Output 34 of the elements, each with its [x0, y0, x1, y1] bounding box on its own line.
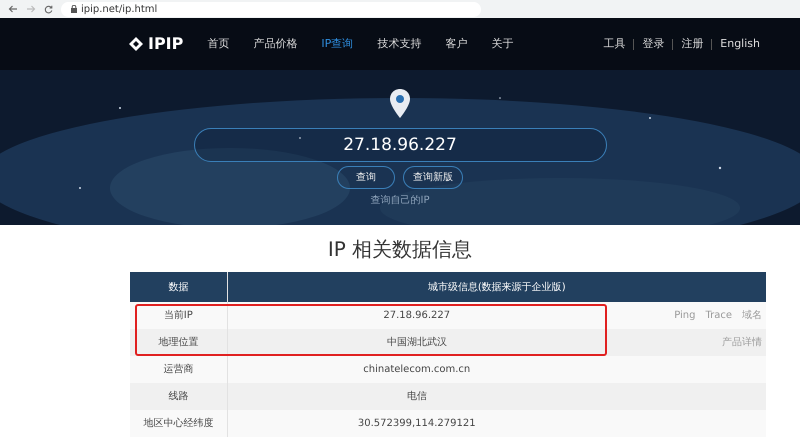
nav-link[interactable]: 首页	[207, 36, 230, 52]
table-cell: 当前IP	[130, 302, 227, 329]
table-cell: chinatelecom.com.cn	[227, 356, 606, 383]
section-title: IP 相关数据信息	[326, 236, 474, 263]
table-cell: 30.572399,114.279121	[227, 410, 606, 437]
address-bar[interactable]: ipip.net/ip.html	[81, 2, 158, 16]
table-cell: 中国湖北武汉	[227, 329, 606, 356]
nav-link[interactable]: 关于	[491, 36, 514, 52]
table-cell: 电信	[227, 383, 606, 410]
logo-icon	[128, 36, 144, 52]
nav-link[interactable]: 产品价格	[253, 36, 298, 52]
nav-link[interactable]: 技术支持	[377, 36, 422, 52]
table-cell: 地区中心经纬度	[130, 410, 227, 437]
location-pin-icon	[389, 88, 411, 120]
ip-input-field[interactable]: 27.18.96.227	[194, 128, 606, 162]
nav-link[interactable]: 注册	[681, 36, 704, 52]
lock-icon	[71, 5, 77, 13]
nav-link[interactable]: 工具	[603, 36, 626, 52]
table-cell: 线路	[130, 383, 227, 410]
search-button[interactable]: 查询	[337, 166, 395, 189]
reload-icon[interactable]	[44, 4, 53, 14]
column-header: 城市级信息(数据来源于企业版)	[227, 272, 766, 302]
nav-link[interactable]: 登录	[642, 36, 664, 52]
column-header: 数据	[130, 272, 227, 302]
search-button[interactable]: 查询新版	[403, 166, 463, 189]
table-cell: 地理位置	[130, 329, 227, 356]
table-cell: 27.18.96.227	[227, 302, 606, 329]
nav-link[interactable]: English	[720, 36, 760, 52]
own-ip-link[interactable]: 查询自己的IP	[370, 193, 430, 208]
nav-link[interactable]: 客户	[445, 36, 468, 52]
back-icon[interactable]	[8, 5, 18, 13]
table-cell: 运营商	[130, 356, 227, 383]
nav-link[interactable]: IP查询	[321, 36, 354, 52]
logo-text[interactable]: IPIP	[148, 32, 184, 56]
